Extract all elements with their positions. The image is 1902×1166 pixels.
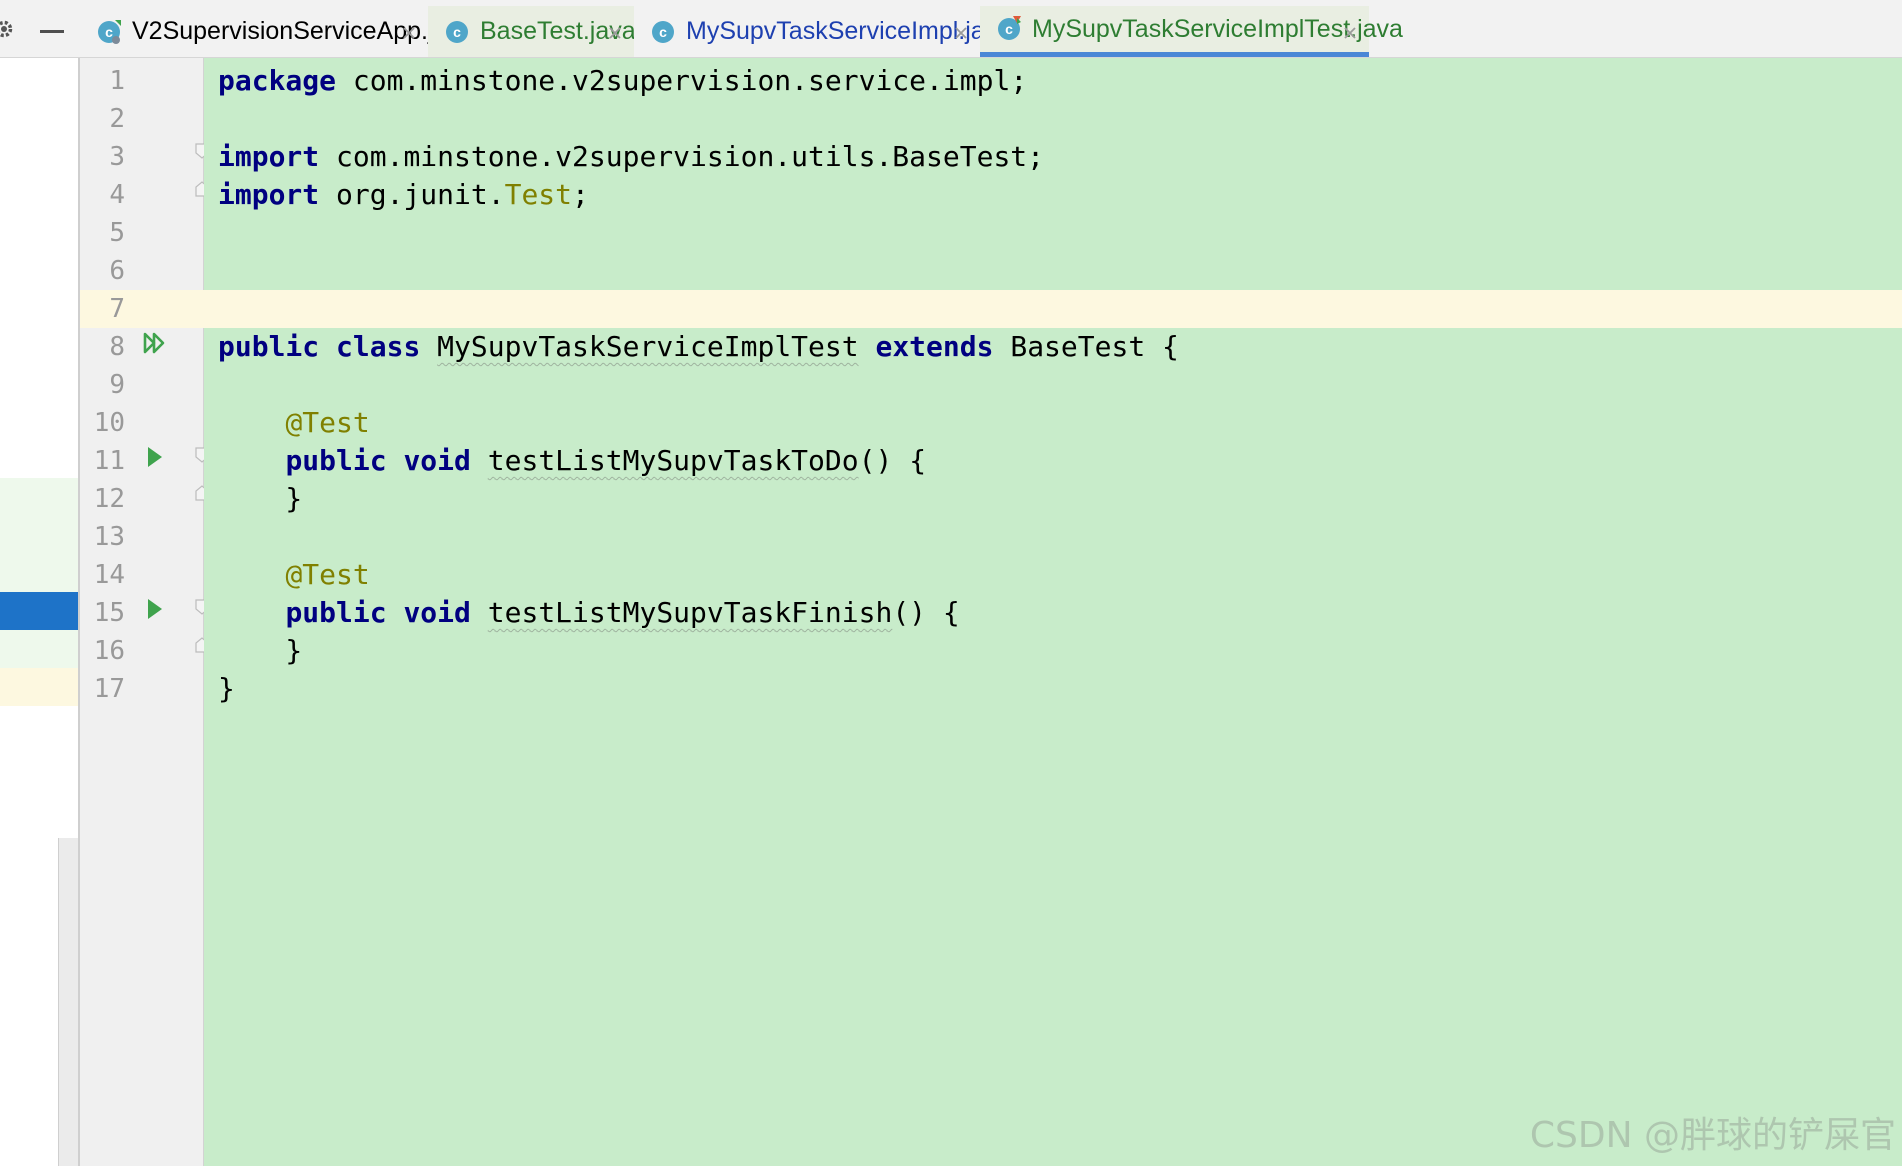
keyword-token: void [403,596,471,629]
code-line[interactable]: public class MySupvTaskServiceImplTest e… [218,324,1179,370]
svg-text:c: c [453,24,461,40]
code-token: } [218,672,235,705]
code-token: ; [572,178,589,211]
tab-mysupvtaskserviceimpl-java[interactable]: c MySupvTaskServiceImpl.java [634,6,1011,57]
run-test-icon[interactable] [142,596,168,622]
tab-mysupvtaskserviceimpltest-java[interactable]: c MySupvTaskServiceImplTest.java [980,6,1403,57]
code-token: () { [858,444,927,477]
svg-text:c: c [105,24,113,40]
code-token: org.junit. [319,178,505,211]
watermark: CSDN @胖球的铲屎官 [1529,1115,1896,1156]
code-token: } [218,482,303,515]
line-number-gutter: 1 2 3 4 5 6 7 8 9 10 11 12 13 14 15 16 17 [80,58,209,1166]
code-token: () { [892,596,960,629]
code-token: testListMySupvTaskFinish [487,596,893,629]
code-token: com.minstone.v2supervision.utils.BaseTes… [319,140,1045,173]
code-line[interactable]: } [218,476,302,522]
class-icon: c [650,19,676,45]
run-test-icon[interactable] [142,444,168,470]
keyword-token: void [403,444,471,477]
keyword-token: import [218,178,320,211]
tab-label: V2SupervisionServiceApp.java [132,17,474,45]
structure-strip [0,58,81,1166]
svg-text:c: c [1005,21,1013,37]
gear-icon[interactable] [0,19,14,39]
structure-marker [0,516,78,554]
keyword-token: public [285,444,387,477]
annotation-token: @Test [285,558,370,591]
code-line[interactable]: } [218,666,235,712]
tab-basetest-java[interactable]: c BaseTest.java [428,6,636,57]
svg-text:c: c [659,24,667,40]
structure-marker [0,478,78,516]
code-token: } [218,634,303,667]
caret-row-highlight [204,290,1902,328]
class-icon: c [444,19,470,45]
spring-boot-class-icon: c [96,19,122,45]
close-icon[interactable] [1341,20,1359,39]
structure-marker [0,668,78,706]
annotation-token: @Test [285,406,370,439]
structure-marker [0,592,78,630]
code-editor[interactable]: package com.minstone.v2supervision.servi… [204,58,1902,1166]
keyword-token: import [218,140,320,173]
keyword-token: public [218,330,320,363]
code-line[interactable]: public void testListMySupvTaskToDo() { [218,438,926,484]
editor-tab-bar: c V2SupervisionServiceApp.java c BaseTest.j… [0,0,1902,58]
keyword-token: class [336,330,421,363]
structure-marker [0,554,78,592]
keyword-token: package [218,64,337,97]
close-icon[interactable] [952,20,970,39]
test-class-icon: c [996,16,1022,42]
close-icon[interactable] [400,20,418,39]
code-line[interactable]: package com.minstone.v2supervision.servi… [218,58,1027,104]
code-token: Test [504,178,573,211]
code-line[interactable]: public void testListMySupvTaskFinish() { [218,590,960,636]
code-token: com.minstone.v2supervision.service.impl; [336,64,1028,97]
close-icon[interactable] [606,20,624,39]
code-token: testListMySupvTaskToDo [487,444,859,477]
code-token: MySupvTaskServiceImplTest [437,330,859,363]
tab-v2supervisionserviceapp-java[interactable]: c V2SupervisionServiceApp.java [80,6,474,57]
keyword-token: public [285,596,387,629]
keyword-token: extends [875,330,994,363]
line-number: 17 [93,674,125,704]
run-class-icon[interactable] [142,330,168,356]
code-line[interactable]: import org.junit.Test; [218,172,589,218]
tab-bar-tools [0,0,80,58]
structure-marker [0,630,78,668]
code-token: BaseTest { [993,330,1179,363]
minimize-icon[interactable] [40,30,64,33]
